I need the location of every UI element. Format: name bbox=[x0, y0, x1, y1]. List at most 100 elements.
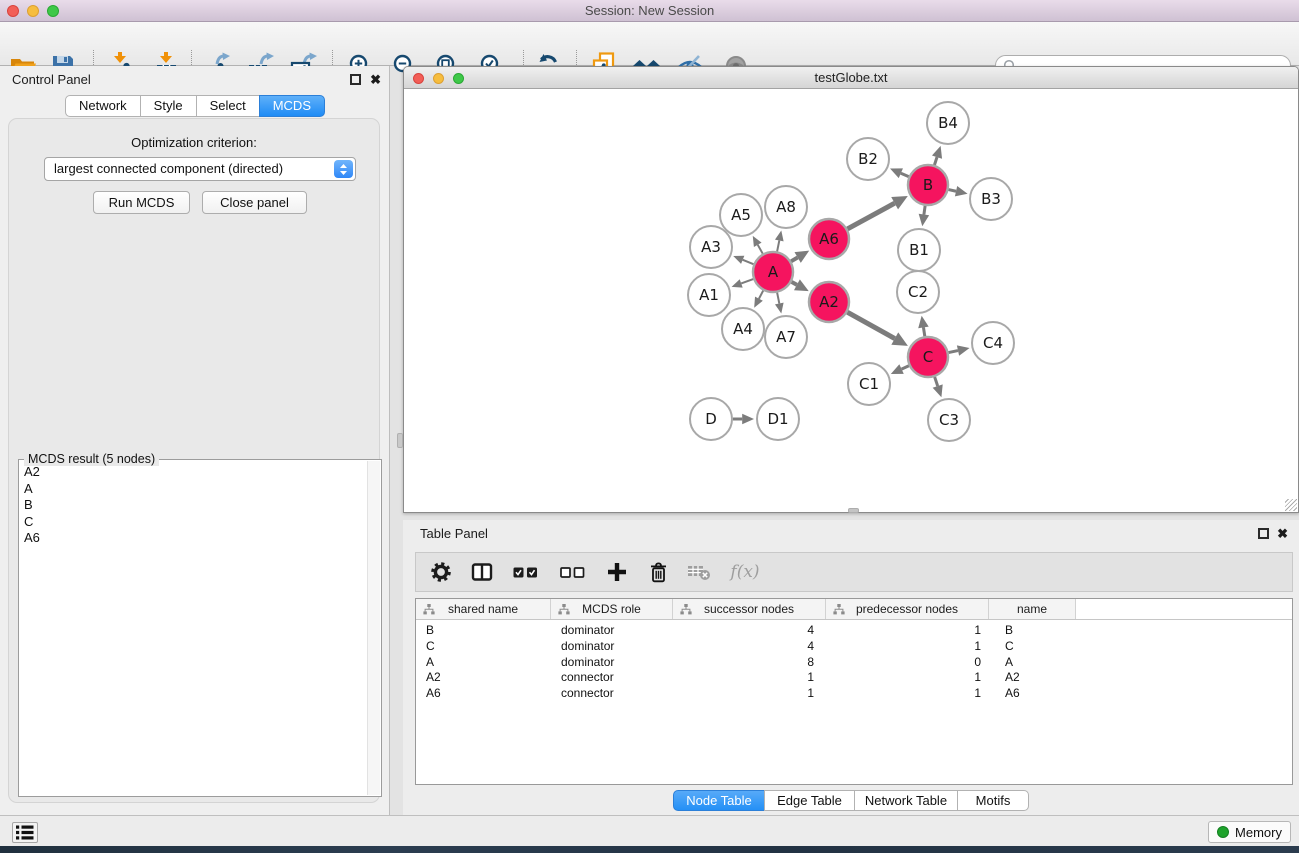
horizontal-scroll-thumb[interactable] bbox=[848, 508, 859, 513]
table-cell[interactable]: C bbox=[416, 639, 551, 655]
graph-node-label: A4 bbox=[733, 320, 753, 338]
memory-status-icon bbox=[1217, 826, 1229, 838]
table-cell[interactable]: 4 bbox=[673, 639, 826, 655]
graph-edge-A-A4[interactable] bbox=[759, 291, 763, 299]
close-table-panel-icon[interactable]: ✖ bbox=[1277, 528, 1288, 539]
table-cell[interactable]: A6 bbox=[989, 686, 1076, 702]
graph-edge-A-A2[interactable] bbox=[792, 282, 797, 285]
maximize-window-icon[interactable] bbox=[47, 5, 59, 17]
vertical-scroll-thumb[interactable] bbox=[397, 433, 403, 448]
graph-edge-A-A1[interactable] bbox=[741, 279, 753, 283]
column-header-shared-name[interactable]: shared name bbox=[416, 599, 551, 619]
result-item[interactable]: A2 bbox=[21, 464, 365, 481]
deselect-all-icon[interactable] bbox=[558, 559, 588, 585]
graph-edge-A6-B[interactable] bbox=[847, 203, 894, 229]
run-mcds-button[interactable]: Run MCDS bbox=[93, 191, 190, 214]
table-cell[interactable]: 8 bbox=[673, 655, 826, 671]
table-cell[interactable]: 1 bbox=[673, 670, 826, 686]
close-panel-button[interactable]: Close panel bbox=[202, 191, 307, 214]
table-row[interactable]: Cdominator41C bbox=[416, 639, 1292, 655]
close-panel-icon[interactable]: ✖ bbox=[370, 74, 381, 85]
table-cell[interactable]: 1 bbox=[826, 670, 989, 686]
graph-edge-C-C3[interactable] bbox=[935, 377, 938, 386]
close-network-icon[interactable] bbox=[413, 73, 424, 84]
table-row[interactable]: Adominator80A bbox=[416, 655, 1292, 671]
table-cell[interactable]: 1 bbox=[826, 686, 989, 702]
close-window-icon[interactable] bbox=[7, 5, 19, 17]
graph-edge-B-B3[interactable] bbox=[948, 190, 956, 192]
graph-edge-C-C2[interactable] bbox=[923, 327, 924, 336]
table-cell[interactable]: 4 bbox=[673, 623, 826, 639]
column-header-name[interactable]: name bbox=[989, 599, 1076, 619]
graph-edge-B-B1[interactable] bbox=[924, 206, 925, 215]
table-row[interactable]: A2connector11A2 bbox=[416, 670, 1292, 686]
memory-button[interactable]: Memory bbox=[1208, 821, 1291, 843]
maximize-network-icon[interactable] bbox=[453, 73, 464, 84]
add-column-icon[interactable] bbox=[605, 559, 629, 585]
graph-edge-A2-C[interactable] bbox=[847, 312, 894, 338]
delete-table-icon[interactable] bbox=[687, 559, 711, 585]
result-scrollbar[interactable] bbox=[367, 461, 380, 795]
table-cell[interactable]: A2 bbox=[989, 670, 1076, 686]
graph-edge-C-C1[interactable] bbox=[902, 366, 909, 369]
table-row[interactable]: Bdominator41B bbox=[416, 623, 1292, 639]
result-item[interactable]: A6 bbox=[21, 530, 365, 547]
table-cell[interactable]: dominator bbox=[551, 623, 673, 639]
attribute-settings-gear-icon[interactable] bbox=[429, 559, 453, 585]
criterion-select[interactable]: largest connected component (directed) bbox=[44, 157, 356, 181]
graph-edge-B-B4[interactable] bbox=[934, 157, 937, 165]
result-item[interactable]: C bbox=[21, 514, 365, 531]
tab-node-table[interactable]: Node Table bbox=[673, 790, 765, 811]
graph-edge-C-C4[interactable] bbox=[949, 351, 958, 353]
network-window-title: testGlobe.txt bbox=[815, 70, 888, 85]
table-cell[interactable]: B bbox=[416, 623, 551, 639]
select-all-icon[interactable] bbox=[511, 559, 541, 585]
table-cell[interactable]: 1 bbox=[673, 686, 826, 702]
table-cell[interactable]: dominator bbox=[551, 639, 673, 655]
graph-edge-A-A8[interactable] bbox=[777, 241, 779, 252]
network-canvas[interactable]: AA1A2A3A4A5A6A7A8BB1B2B3B4CC1C2C3C4DD1 bbox=[404, 89, 1298, 512]
network-graph[interactable]: AA1A2A3A4A5A6A7A8BB1B2B3B4CC1C2C3C4DD1 bbox=[404, 89, 1298, 512]
tab-mcds[interactable]: MCDS bbox=[259, 95, 325, 117]
table-cell[interactable]: B bbox=[989, 623, 1076, 639]
table-cell[interactable]: 1 bbox=[826, 623, 989, 639]
table-cell[interactable]: connector bbox=[551, 686, 673, 702]
graph-edge-A-A5[interactable] bbox=[758, 245, 763, 254]
minimize-network-icon[interactable] bbox=[433, 73, 444, 84]
table-cell[interactable]: A bbox=[416, 655, 551, 671]
table-cell[interactable]: C bbox=[989, 639, 1076, 655]
graph-edge-A-A3[interactable] bbox=[743, 260, 754, 264]
minimize-window-icon[interactable] bbox=[27, 5, 39, 17]
table-cell[interactable]: A2 bbox=[416, 670, 551, 686]
graph-edge-A-A7[interactable] bbox=[777, 293, 779, 304]
tab-style[interactable]: Style bbox=[140, 95, 197, 117]
result-item[interactable]: B bbox=[21, 497, 365, 514]
column-header-mcds-role[interactable]: MCDS role bbox=[551, 599, 673, 619]
tab-edge-table[interactable]: Edge Table bbox=[764, 790, 855, 811]
table-cell[interactable]: A6 bbox=[416, 686, 551, 702]
tab-network-table[interactable]: Network Table bbox=[854, 790, 958, 811]
column-header-predecessor-nodes[interactable]: predecessor nodes bbox=[826, 599, 989, 619]
table-row[interactable]: A6connector11A6 bbox=[416, 686, 1292, 702]
network-window-titlebar[interactable]: testGlobe.txt bbox=[404, 67, 1298, 89]
table-cell[interactable]: 1 bbox=[826, 639, 989, 655]
tab-select[interactable]: Select bbox=[196, 95, 260, 117]
tab-network[interactable]: Network bbox=[65, 95, 141, 117]
column-header-successor-nodes[interactable]: successor nodes bbox=[673, 599, 826, 619]
tab-motifs[interactable]: Motifs bbox=[957, 790, 1029, 811]
table-cell[interactable]: connector bbox=[551, 670, 673, 686]
delete-column-trash-icon[interactable] bbox=[646, 559, 670, 585]
resize-grip-icon[interactable] bbox=[1285, 499, 1297, 511]
table-cell[interactable]: dominator bbox=[551, 655, 673, 671]
graph-edge-B-B2[interactable] bbox=[901, 173, 909, 176]
float-panel-icon[interactable] bbox=[350, 74, 361, 85]
table-cell[interactable]: 0 bbox=[826, 655, 989, 671]
float-table-panel-icon[interactable] bbox=[1258, 528, 1269, 539]
column-visibility-icon[interactable] bbox=[470, 559, 494, 585]
graph-node-label: A2 bbox=[819, 293, 839, 311]
function-builder-icon[interactable]: f(x) bbox=[728, 559, 762, 585]
table-cell[interactable]: A bbox=[989, 655, 1076, 671]
result-item[interactable]: A bbox=[21, 481, 365, 498]
graph-edge-A-A6[interactable] bbox=[791, 257, 798, 261]
task-history-button[interactable] bbox=[12, 822, 38, 843]
